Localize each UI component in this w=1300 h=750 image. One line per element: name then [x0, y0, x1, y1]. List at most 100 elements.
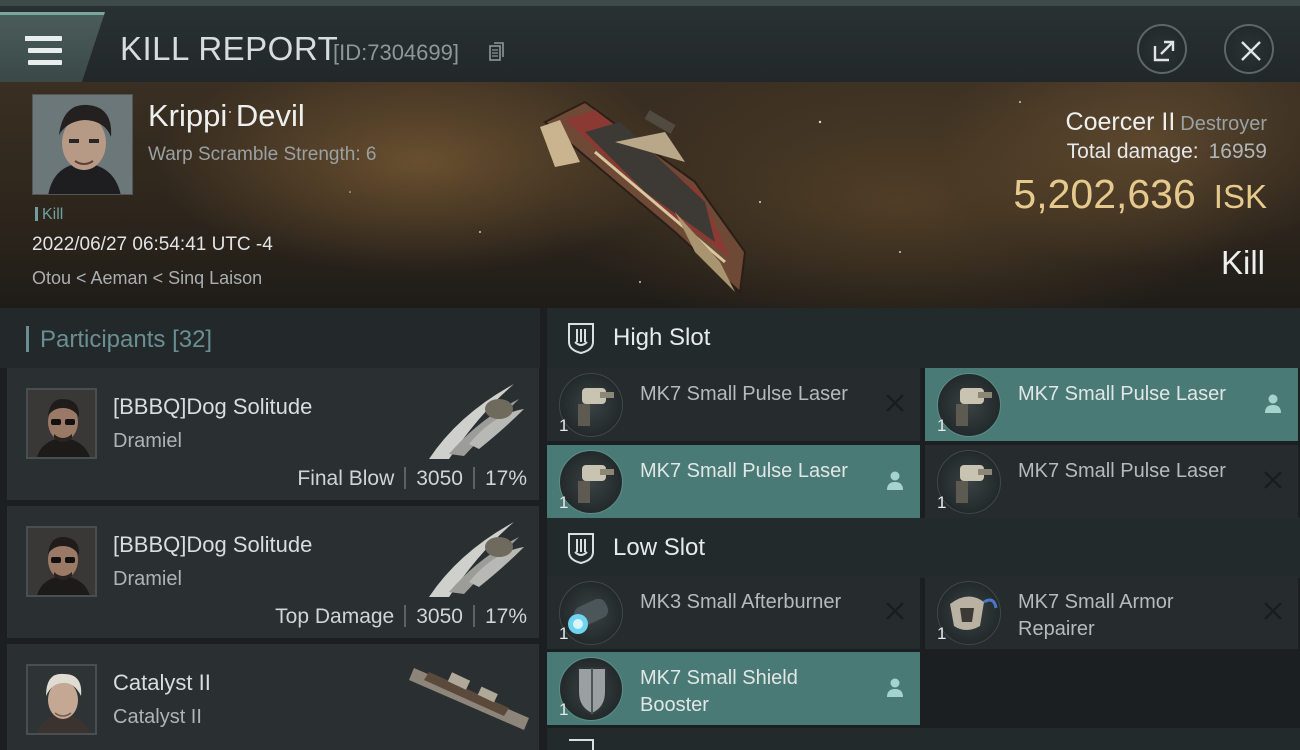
module-name: MK7 Small Pulse Laser	[640, 383, 848, 405]
close-button[interactable]	[1224, 24, 1274, 74]
participant-role: Top Damage	[275, 605, 395, 628]
destroyed-icon	[886, 602, 904, 620]
kill-tag: Kill	[35, 206, 63, 224]
high-slot-label: High Slot	[613, 324, 711, 351]
participant-damage: 3050	[416, 605, 463, 628]
module-name: MK7 Small Pulse Laser	[640, 460, 848, 482]
stat-divider	[472, 605, 475, 627]
participant-stats: Final Blow 3050 17%	[297, 467, 527, 491]
module-quantity: 1	[937, 493, 947, 512]
ship-name: Coercer II	[1065, 108, 1176, 136]
participants-label: Participants	[40, 326, 166, 353]
isk-value: 5,202,636 ISK	[1013, 171, 1267, 218]
high-slot-header: High Slot	[547, 308, 1300, 368]
copy-icon[interactable]	[489, 42, 505, 62]
module-name: MK7 Small Armor Repairer	[1018, 591, 1174, 640]
hamburger-bar	[28, 60, 62, 65]
armor-repairer-icon	[937, 581, 1001, 645]
share-button[interactable]	[1137, 24, 1187, 74]
destroyed-icon	[1264, 602, 1282, 620]
participant-ship-image	[429, 522, 524, 597]
module-name: MK7 Small Pulse Laser	[1018, 383, 1226, 405]
afterburner-icon	[559, 581, 623, 645]
pulse-laser-icon	[937, 450, 1001, 514]
share-icon	[1153, 40, 1175, 62]
participant-stats: Top Damage 3050 17%	[275, 605, 527, 629]
destroyed-icon	[1264, 471, 1282, 489]
pulse-laser-icon	[937, 373, 1001, 437]
report-id: [ID:7304699]	[333, 40, 459, 65]
participants-title: Participants [32]	[40, 326, 212, 354]
high-slot-icon	[568, 323, 594, 354]
participant-percent: 17%	[484, 467, 527, 490]
participant-ship-image	[429, 384, 524, 459]
victim-name[interactable]: Krippi Devil	[148, 98, 305, 134]
module-item[interactable]: 1 MK7 Small Shield Booster	[547, 652, 920, 725]
victim-ship: Coercer II Destroyer	[1066, 108, 1267, 137]
participant-name: [BBBQ]Dog Solitude	[113, 532, 313, 557]
victim-ship-image	[540, 100, 747, 295]
hamburger-bar	[28, 36, 62, 41]
participant-percent: 17%	[484, 605, 527, 628]
participant-ship: Dramiel	[113, 430, 182, 452]
low-slot-label: Low Slot	[613, 534, 706, 561]
dropped-person-icon	[1265, 394, 1281, 413]
participants-accent	[26, 326, 29, 352]
total-damage-value: 16959	[1208, 140, 1267, 163]
pulse-laser-icon	[559, 450, 623, 514]
stat-divider	[404, 605, 407, 627]
shield-booster-icon	[559, 657, 623, 721]
total-damage: Total damage: 16959	[1067, 140, 1267, 164]
close-icon	[1241, 41, 1261, 61]
pilot-avatar	[33, 95, 132, 194]
low-slot-header: Low Slot	[547, 518, 1300, 578]
isk-unit: ISK	[1213, 178, 1267, 215]
participant-name: Catalyst II	[113, 670, 211, 695]
ship-class: Destroyer	[1180, 113, 1267, 135]
menu-button[interactable]	[0, 12, 105, 82]
participant-ship: Catalyst II	[113, 706, 202, 728]
participant-row[interactable]: [BBBQ]Dog Solitude Dramiel Top Damage 305…	[7, 506, 539, 638]
dropped-person-icon	[887, 471, 903, 490]
participant-avatar	[26, 664, 97, 735]
module-name: MK7 Small Shield Booster	[640, 667, 798, 716]
module-item[interactable]: 1 MK7 Small Pulse Laser	[925, 445, 1298, 518]
module-item[interactable]: 1 MK7 Small Armor Repairer	[925, 576, 1298, 649]
module-quantity: 1	[937, 416, 947, 435]
warp-scramble-strength: Warp Scramble Strength: 6	[148, 144, 377, 165]
kill-tag-label: Kill	[42, 206, 64, 223]
mid-slot-header	[547, 728, 1300, 750]
participant-avatar	[26, 526, 97, 597]
mid-slot-icon	[569, 739, 594, 750]
module-item[interactable]: 1 MK7 Small Pulse Laser	[925, 368, 1298, 441]
module-item[interactable]: 1 MK3 Small Afterburner	[547, 576, 920, 649]
module-item[interactable]: 1 MK7 Small Pulse Laser	[547, 368, 920, 441]
total-damage-label: Total damage:	[1066, 140, 1199, 163]
kill-timestamp: 2022/06/27 06:54:41 UTC -4	[32, 234, 273, 255]
kill-tag-marker	[35, 207, 38, 221]
participant-avatar	[26, 388, 97, 459]
kill-location[interactable]: Otou < Aeman < Sinq Laison	[32, 268, 262, 289]
participant-row[interactable]: [BBBQ]Dog Solitude Dramiel Final Blow 305…	[7, 368, 539, 500]
stat-divider	[404, 467, 407, 489]
participants-count: [32]	[172, 326, 213, 353]
participant-role: Final Blow	[297, 467, 395, 490]
module-quantity: 1	[559, 416, 569, 435]
module-name: MK3 Small Afterburner	[640, 591, 842, 613]
participant-name: [BBBQ]Dog Solitude	[113, 394, 313, 419]
participant-ship: Dramiel	[113, 568, 182, 590]
page-title: KILL REPORT	[120, 30, 339, 67]
participant-row[interactable]: Catalyst II Catalyst II	[7, 644, 539, 750]
participant-damage: 3050	[416, 467, 463, 490]
dropped-person-icon	[887, 678, 903, 697]
module-quantity: 1	[937, 624, 947, 643]
stat-divider	[472, 467, 475, 489]
low-slot-icon	[568, 533, 594, 564]
module-name: MK7 Small Pulse Laser	[1018, 460, 1226, 482]
hamburger-bar	[28, 48, 62, 53]
victim-portrait[interactable]	[32, 94, 133, 195]
module-item[interactable]: 1 MK7 Small Pulse Laser	[547, 445, 920, 518]
module-quantity: 1	[559, 493, 569, 512]
module-quantity: 1	[559, 700, 569, 719]
header-bar: KILL REPORT [ID:7304699]	[0, 0, 1300, 82]
